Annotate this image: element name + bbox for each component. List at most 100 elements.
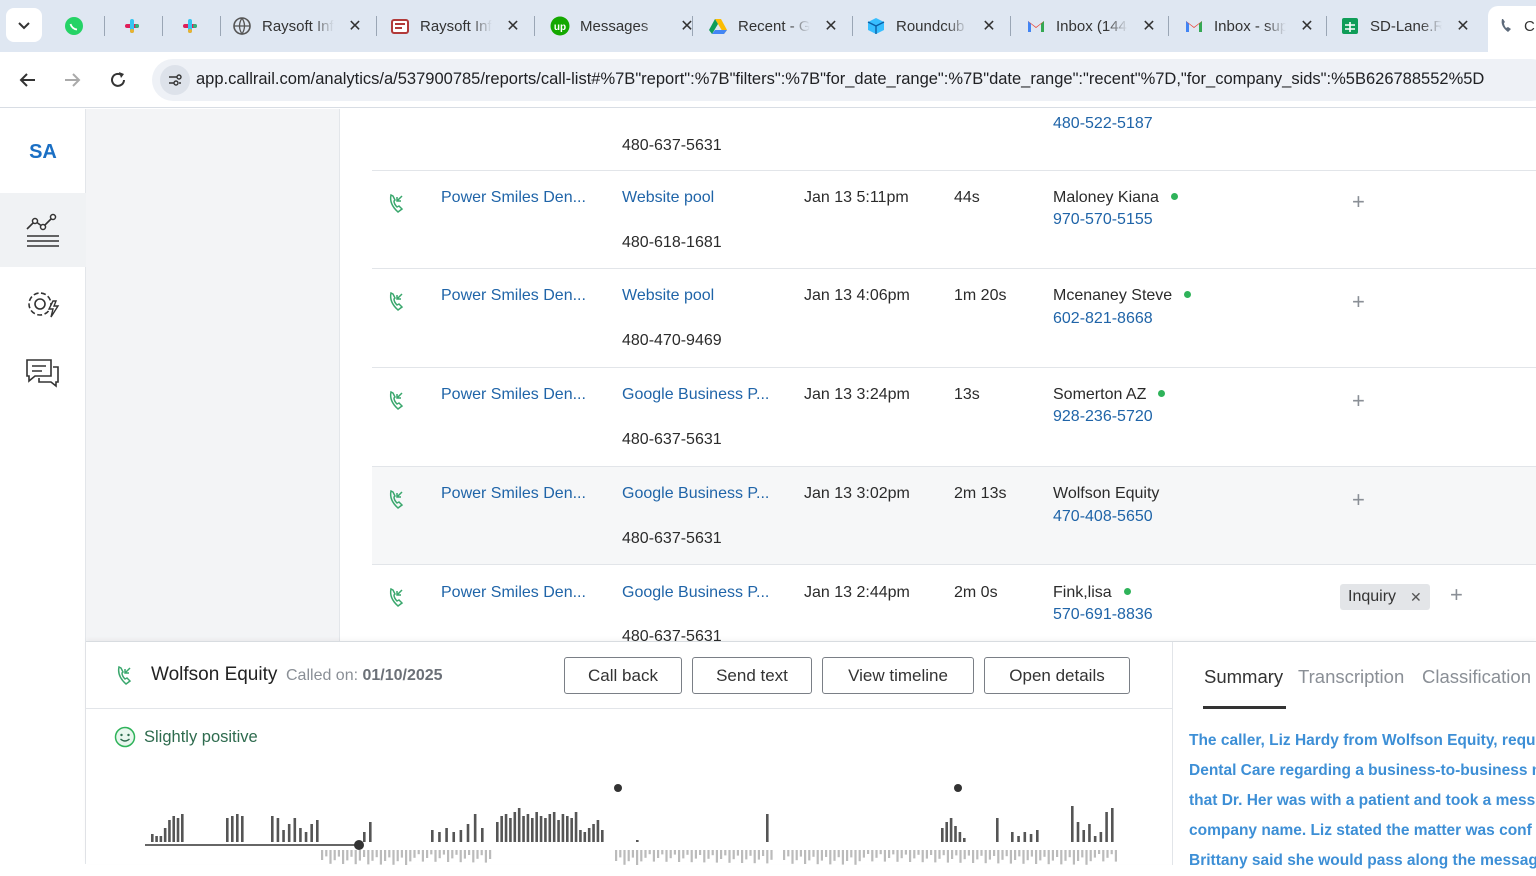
sidebar-item-messages[interactable]	[0, 357, 86, 389]
tab-google-sheets[interactable]: SD-Lane.R ✕	[1340, 8, 1470, 44]
waveform-bar	[724, 850, 727, 856]
tab-transcription[interactable]: Transcription	[1298, 666, 1404, 688]
speaker-marker	[954, 784, 962, 792]
waveform-bar	[287, 824, 291, 842]
close-tab-icon[interactable]: ✕	[348, 16, 362, 36]
tab-roundcube[interactable]: Roundcub ✕	[866, 8, 996, 44]
add-tag-button[interactable]: +	[1352, 388, 1365, 414]
company-link[interactable]: Power Smiles Den...	[441, 584, 586, 602]
waveform-bar	[310, 824, 313, 842]
add-tag-button[interactable]: +	[1352, 289, 1365, 315]
close-tab-icon[interactable]: ✕	[1456, 16, 1470, 36]
add-tag-button[interactable]: +	[1450, 582, 1463, 608]
tab-callrail-active[interactable]: C	[1488, 6, 1536, 52]
url-text: app.callrail.com/analytics/a/537900785/r…	[196, 70, 1485, 88]
source-link[interactable]: Google Business P...	[622, 386, 769, 404]
sidebar-item-analytics[interactable]	[0, 193, 86, 267]
back-button[interactable]	[12, 64, 44, 96]
table-row[interactable]: Power Smiles Den... Google Business P...…	[372, 369, 1536, 467]
waveform-bar	[795, 850, 798, 861]
tab-gmail-2[interactable]: Inbox - sup ✕	[1184, 8, 1314, 44]
open-details-button[interactable]: Open details	[984, 657, 1130, 694]
waveform-bar	[770, 850, 773, 860]
waveform-bar	[623, 850, 626, 865]
source-link[interactable]: Google Business P...	[622, 485, 769, 503]
table-row[interactable]: 480-637-5631 480-522-5187	[372, 109, 1536, 171]
source-link[interactable]: Website pool	[622, 189, 714, 207]
smiley-face-icon	[114, 726, 136, 748]
source-link[interactable]: Website pool	[622, 287, 714, 305]
company-link[interactable]: Power Smiles Den...	[441, 386, 586, 404]
tab-slack-1[interactable]	[122, 8, 152, 44]
waveform-bar	[463, 850, 466, 859]
send-text-button[interactable]: Send text	[692, 657, 812, 694]
caller-phone[interactable]: 970-570-5155	[1053, 211, 1153, 229]
waveform-bar	[363, 832, 366, 842]
call-duration: 13s	[954, 386, 980, 403]
waveform-bar	[644, 850, 647, 858]
caller-phone[interactable]: 602-821-8668	[1053, 310, 1153, 328]
view-timeline-button[interactable]: View timeline	[822, 657, 974, 694]
url-field[interactable]: app.callrail.com/analytics/a/537900785/r…	[152, 59, 1536, 101]
waveform-bar	[480, 850, 483, 856]
chat-bubbles-icon	[26, 359, 59, 388]
close-tab-icon[interactable]: ✕	[1300, 16, 1314, 36]
caller-phone[interactable]: 470-408-5650	[1053, 508, 1153, 526]
caller-name: Fink,lisa	[1053, 584, 1131, 602]
waveform-bar	[1009, 850, 1012, 864]
speaker-marker	[614, 784, 622, 792]
tab-google-drive[interactable]: Recent - G ✕	[708, 8, 838, 44]
waveform-bar	[945, 822, 948, 842]
tab-raysoft-2[interactable]: Raysoft Inf ✕	[390, 8, 520, 44]
tab-gmail-1[interactable]: Inbox (144 ✕	[1026, 8, 1156, 44]
waveform-bar	[787, 850, 790, 857]
waveform-bar	[363, 850, 366, 857]
close-tab-icon[interactable]: ✕	[824, 16, 838, 36]
waveform-bar	[900, 850, 903, 859]
waveform-bar	[1082, 830, 1086, 842]
tab-slack-2[interactable]	[180, 8, 210, 44]
tab-raysoft-1[interactable]: Raysoft Inf ✕	[232, 8, 362, 44]
close-tab-icon[interactable]: ✕	[982, 16, 996, 36]
tab-classification[interactable]: Classification	[1422, 666, 1531, 688]
reload-button[interactable]	[102, 64, 134, 96]
waveform-bar	[579, 830, 582, 842]
caller-phone[interactable]: 570-691-8836	[1053, 606, 1153, 624]
caller-phone[interactable]: 480-522-5187	[1053, 115, 1153, 133]
source-link[interactable]: Google Business P...	[622, 584, 769, 602]
google-drive-icon	[708, 16, 728, 36]
table-row[interactable]: Power Smiles Den... Website pool 480-618…	[372, 171, 1536, 269]
company-link[interactable]: Power Smiles Den...	[441, 485, 586, 503]
callrail-icon	[1498, 16, 1518, 41]
online-status-dot	[1170, 193, 1178, 200]
close-tab-icon[interactable]: ✕	[1142, 16, 1156, 36]
table-row[interactable]: Power Smiles Den... Website pool 480-470…	[372, 270, 1536, 368]
waveform-bar	[400, 850, 403, 858]
account-logo[interactable]: SA	[0, 141, 86, 164]
call-back-button[interactable]: Call back	[564, 657, 682, 694]
sidebar-item-settings[interactable]	[0, 287, 86, 321]
playhead-handle[interactable]	[354, 840, 364, 850]
remove-tag-icon[interactable]: ✕	[1410, 589, 1422, 606]
tab-whatsapp[interactable]	[64, 8, 94, 44]
waveform-bar	[333, 850, 336, 861]
caller-phone[interactable]: 928-236-5720	[1053, 408, 1153, 426]
site-info-icon[interactable]	[160, 65, 190, 95]
close-tab-icon[interactable]: ✕	[506, 16, 520, 36]
waveform-bar	[766, 850, 769, 864]
waveform-bar	[812, 850, 815, 857]
add-tag-button[interactable]: +	[1352, 487, 1365, 513]
tab-search-button[interactable]	[6, 8, 42, 42]
tab-summary[interactable]: Summary	[1204, 666, 1283, 688]
add-tag-button[interactable]: +	[1352, 189, 1365, 215]
tab-messages[interactable]: up Messages ✕	[550, 8, 694, 44]
forward-button[interactable]	[56, 64, 88, 96]
waveform-bar	[583, 832, 587, 842]
table-row-selected[interactable]: Power Smiles Den... Google Business P...…	[372, 467, 1536, 565]
call-detail-panel: Wolfson Equity Called on: 01/10/2025 Cal…	[86, 641, 1536, 869]
company-link[interactable]: Power Smiles Den...	[441, 189, 586, 207]
table-row[interactable]: Power Smiles Den... Google Business P...…	[372, 566, 1536, 641]
company-link[interactable]: Power Smiles Den...	[441, 287, 586, 305]
call-audio-waveform[interactable]	[141, 782, 1121, 865]
waveform-bar	[172, 816, 176, 842]
